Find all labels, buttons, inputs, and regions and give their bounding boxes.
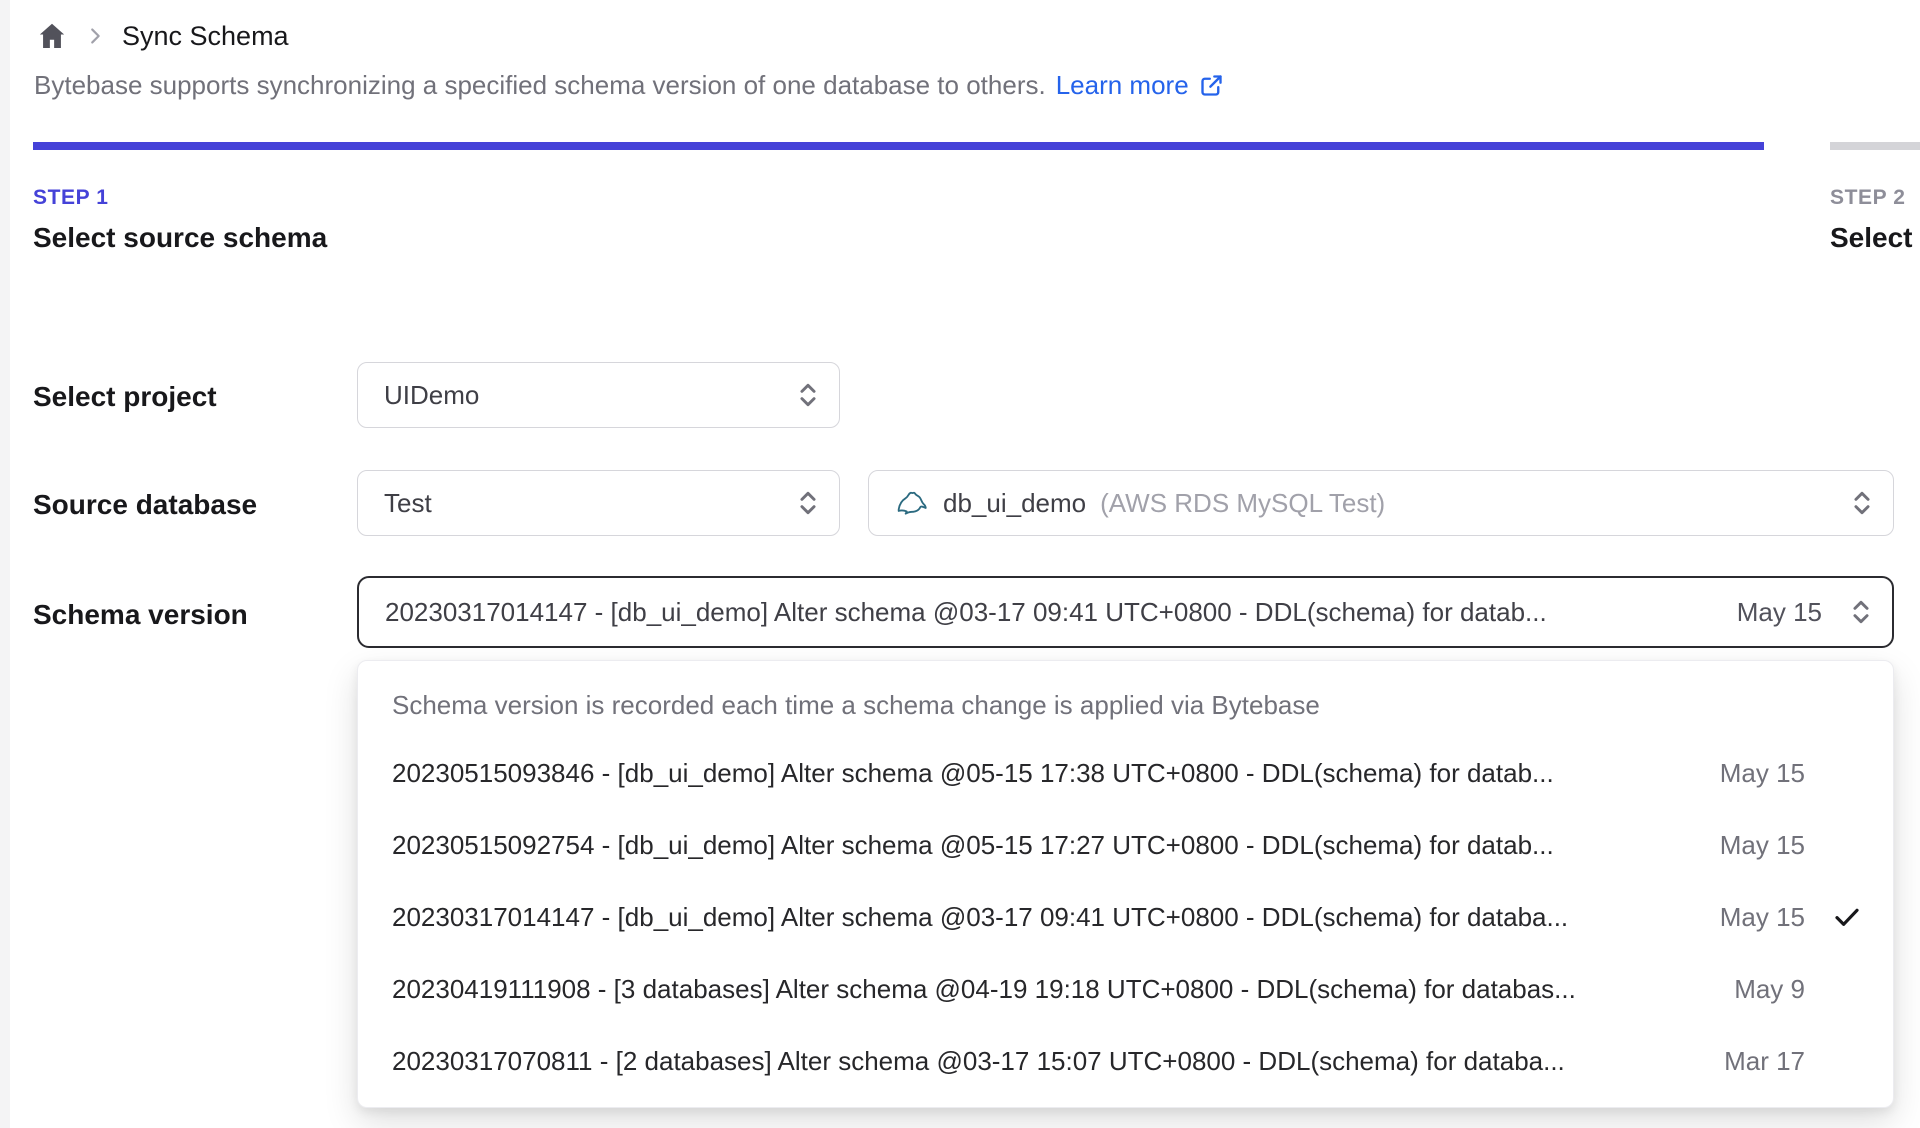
chevron-up-down-icon xyxy=(1849,486,1875,520)
version-option-date: May 15 xyxy=(1719,757,1805,788)
step2-label: STEP 2 xyxy=(1830,186,1906,209)
schema-version-select-value: 20230317014147 - [db_ui_demo] Alter sche… xyxy=(385,596,1547,627)
learn-more-link[interactable]: Learn more xyxy=(1056,70,1225,101)
step1-header: STEP 1 Select source schema xyxy=(33,186,327,254)
left-edge-strip xyxy=(0,0,10,1128)
check-icon xyxy=(1805,901,1863,933)
page-description: Bytebase supports synchronizing a specif… xyxy=(34,70,1225,101)
chevron-up-down-icon xyxy=(795,378,821,412)
mysql-icon xyxy=(895,486,929,520)
page-title: Sync Schema xyxy=(122,20,289,51)
learn-more-label: Learn more xyxy=(1055,70,1189,100)
step2-header: STEP 2 Select t xyxy=(1830,186,1920,254)
select-project-label: Select project xyxy=(33,381,217,412)
step2-progress-bar xyxy=(1830,142,1920,150)
version-option-text: 20230317014147 - [db_ui_demo] Alter sche… xyxy=(392,901,1569,932)
version-option-text: 20230419111908 - [3 databases] Alter sch… xyxy=(392,973,1576,1004)
step1-label: STEP 1 xyxy=(33,186,109,209)
version-option-date: May 15 xyxy=(1719,829,1805,860)
database-select-annotation: (AWS RDS MySQL Test) xyxy=(1100,487,1386,518)
environment-select-value: Test xyxy=(384,487,432,518)
project-select[interactable]: UIDemo xyxy=(357,362,840,428)
database-select[interactable]: db_ui_demo (AWS RDS MySQL Test) xyxy=(868,470,1894,536)
breadcrumb: Sync Schema xyxy=(36,16,289,56)
version-option-text: 20230515093846 - [db_ui_demo] Alter sche… xyxy=(392,757,1554,788)
step1-title: Select source schema xyxy=(33,222,328,253)
step2-title: Select t xyxy=(1830,222,1920,253)
dropdown-hint: Schema version is recorded each time a s… xyxy=(392,689,1320,720)
schema-version-select[interactable]: 20230317014147 - [db_ui_demo] Alter sche… xyxy=(357,576,1894,648)
version-option[interactable]: 20230317070811 - [2 databases] Alter sch… xyxy=(358,1025,1893,1097)
version-option-date: May 9 xyxy=(1734,973,1805,1004)
schema-version-dropdown: Schema version is recorded each time a s… xyxy=(357,660,1894,1108)
home-icon[interactable] xyxy=(36,20,68,52)
chevron-right-icon xyxy=(84,25,106,47)
chevron-up-down-icon xyxy=(795,486,821,520)
source-database-label: Source database xyxy=(33,489,258,520)
version-option-date: Mar 17 xyxy=(1724,1045,1805,1076)
version-option[interactable]: 20230419111908 - [3 databases] Alter sch… xyxy=(358,953,1893,1025)
version-option-date: May 15 xyxy=(1719,901,1805,932)
project-select-value: UIDemo xyxy=(384,379,480,410)
version-option[interactable]: 20230515092754 - [db_ui_demo] Alter sche… xyxy=(358,809,1893,881)
sync-schema-page: Sync Schema Bytebase supports synchroniz… xyxy=(0,0,1920,1128)
schema-version-select-date: May 15 xyxy=(1736,596,1822,627)
version-option-selected[interactable]: 20230317014147 - [db_ui_demo] Alter sche… xyxy=(358,881,1893,953)
version-option-text: 20230515092754 - [db_ui_demo] Alter sche… xyxy=(392,829,1554,860)
chevron-up-down-icon xyxy=(1848,595,1874,629)
step1-progress-bar xyxy=(33,142,1764,150)
environment-select[interactable]: Test xyxy=(357,470,840,536)
schema-version-label: Schema version xyxy=(33,599,248,630)
version-option-text: 20230317070811 - [2 databases] Alter sch… xyxy=(392,1045,1565,1076)
external-link-icon xyxy=(1198,72,1225,99)
version-option[interactable]: 20230515093846 - [db_ui_demo] Alter sche… xyxy=(358,737,1893,809)
description-text: Bytebase supports synchronizing a specif… xyxy=(34,70,1046,100)
database-select-value: db_ui_demo xyxy=(943,487,1087,518)
